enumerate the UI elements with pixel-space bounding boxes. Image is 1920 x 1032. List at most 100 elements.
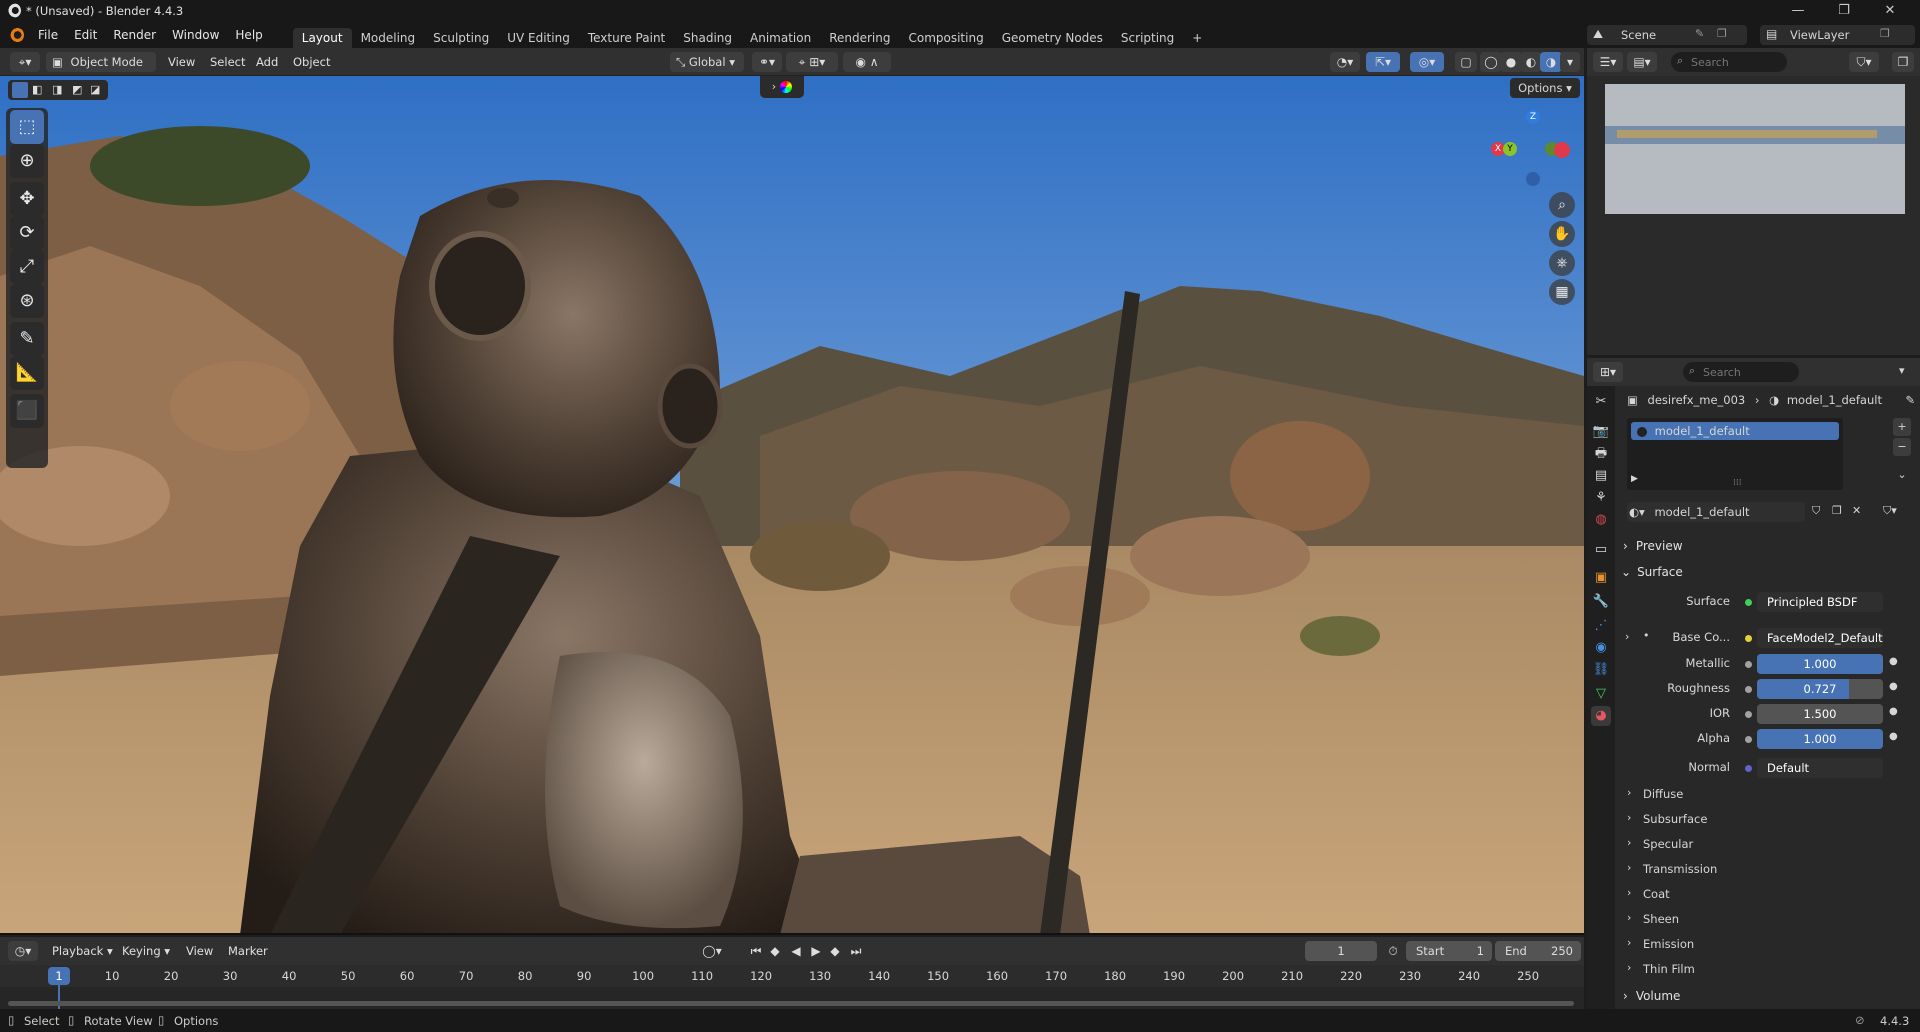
subpanel-coat[interactable]: › Coat: [1615, 882, 1920, 906]
tab-geometry-nodes[interactable]: Geometry Nodes: [993, 28, 1112, 48]
mode-dropdown[interactable]: ▣ Object Mode ▾: [46, 52, 156, 89]
add-slot-button[interactable]: +: [1893, 418, 1911, 436]
tab-sculpting[interactable]: Sculpting: [424, 28, 498, 48]
ior-slider[interactable]: 1.500: [1757, 704, 1883, 724]
menu-keying[interactable]: Keying ▾: [122, 941, 170, 961]
3d-viewport[interactable]: ◧ ◨ ◩ ◪ ⬚ ⊕ ✥ ⟳ ⤢ ⊛ ✎ 📐 ⬛ › Options ▾ Z …: [0, 76, 1584, 935]
metallic-slider[interactable]: 1.000: [1757, 654, 1883, 674]
measure-tool-icon[interactable]: 📐: [10, 356, 44, 390]
resize-handle-icon[interactable]: ⁞⁞⁞: [1733, 478, 1742, 488]
minimize-button[interactable]: —: [1775, 0, 1821, 22]
expand-list-icon[interactable]: ▶: [1631, 474, 1638, 484]
gizmo-y-axis[interactable]: Y: [1503, 142, 1517, 156]
gizmo-z-axis[interactable]: Z: [1526, 110, 1540, 124]
jump-end-icon[interactable]: ⏭: [845, 941, 867, 961]
select-extend-icon[interactable]: ◧: [32, 83, 42, 96]
options-dropdown[interactable]: Options ▾: [1510, 78, 1580, 98]
preview-range-icon[interactable]: ⏱: [1382, 941, 1404, 961]
outliner-search-field[interactable]: ⌕: [1671, 52, 1787, 72]
gizmo-neg-z-axis[interactable]: [1526, 172, 1540, 186]
tab-modeling[interactable]: Modeling: [352, 28, 425, 48]
keyframe-dot-icon[interactable]: ●: [1889, 656, 1898, 667]
tab-shading[interactable]: Shading: [674, 28, 741, 48]
view-layer-tab-icon[interactable]: ▤: [1591, 466, 1611, 486]
snap-icon[interactable]: ⌖ ⊞▾: [786, 52, 838, 72]
subpanel-sheen[interactable]: › Sheen: [1615, 907, 1920, 931]
close-button[interactable]: ✕: [1867, 0, 1913, 22]
duplicate-material-icon[interactable]: ❐: [1832, 504, 1842, 517]
current-frame-field[interactable]: 1: [1305, 941, 1377, 961]
filter-icon[interactable]: ⛉▾: [1849, 52, 1879, 72]
start-frame-field[interactable]: Start 1: [1406, 941, 1492, 961]
surface-panel-header[interactable]: ⌄ Surface: [1615, 560, 1920, 584]
surface-shader-field[interactable]: Principled BSDF: [1757, 592, 1883, 612]
overlay-toggle-icon[interactable]: ◎▾: [1410, 52, 1444, 72]
material-shading-icon[interactable]: ◐: [1520, 52, 1542, 72]
select-box-tool-icon[interactable]: ⬚: [10, 110, 44, 144]
world-tab-icon[interactable]: ◍: [1591, 510, 1611, 530]
fake-user-icon[interactable]: ⛉: [1812, 504, 1820, 518]
menu-window[interactable]: Window: [164, 28, 227, 42]
tab-layout[interactable]: Layout: [292, 28, 352, 48]
gizmo-toggle-icon[interactable]: ⇱▾: [1366, 52, 1400, 72]
tab-texture-paint[interactable]: Texture Paint: [579, 28, 674, 48]
scene-tab-icon[interactable]: ⚘: [1591, 488, 1611, 508]
auto-keying-icon[interactable]: ◯▾: [697, 941, 727, 961]
menu-marker[interactable]: Marker: [228, 941, 268, 961]
select-intersect-icon[interactable]: ◪: [90, 83, 100, 96]
next-keyframe-icon[interactable]: ◆: [824, 941, 846, 961]
roughness-slider[interactable]: 0.727: [1757, 679, 1883, 699]
select-new-icon[interactable]: [12, 82, 28, 98]
particles-tab-icon[interactable]: ⋰: [1591, 616, 1611, 636]
object-tab-icon[interactable]: ▣: [1591, 568, 1611, 588]
slot-specials-button[interactable]: ⌄: [1893, 466, 1911, 484]
transform-orientation-dropdown[interactable]: ⤡ Global ▾: [670, 52, 744, 72]
menu-add[interactable]: Add: [256, 52, 278, 72]
menu-help[interactable]: Help: [227, 28, 270, 42]
properties-editor-type-icon[interactable]: ⊞▾: [1593, 362, 1623, 382]
region-toggle[interactable]: ›: [760, 76, 804, 98]
collection-tab-icon[interactable]: ▭: [1591, 540, 1611, 560]
volume-panel-header[interactable]: › Volume: [1615, 984, 1920, 1008]
unlink-material-icon[interactable]: ✕: [1852, 504, 1861, 517]
cursor-tool-icon[interactable]: ⊕: [10, 144, 44, 178]
display-mode-icon[interactable]: ▤▾: [1627, 52, 1657, 72]
properties-search-field[interactable]: ⌕: [1683, 362, 1799, 382]
tool-tab-icon[interactable]: ✂: [1591, 392, 1611, 412]
keyframe-dot-icon[interactable]: ●: [1889, 706, 1898, 717]
subpanel-specular[interactable]: › Specular: [1615, 832, 1920, 856]
modifier-tab-icon[interactable]: 🔧: [1591, 592, 1611, 612]
constraints-tab-icon[interactable]: ⛓: [1591, 660, 1611, 680]
perspective-toggle-icon[interactable]: ▦: [1549, 279, 1575, 305]
gizmo-neg-x-axis[interactable]: [1554, 142, 1570, 158]
tab-animation[interactable]: Animation: [741, 28, 820, 48]
timeline-editor-type-icon[interactable]: ◷▾: [8, 941, 38, 961]
normal-field[interactable]: Default: [1757, 758, 1883, 778]
new-collection-icon[interactable]: ❐: [1892, 52, 1914, 72]
play-reverse-icon[interactable]: ◀: [785, 941, 807, 961]
base-color-field[interactable]: FaceModel2_Default...: [1757, 628, 1883, 648]
frame-ruler[interactable]: 10 20 30 40 50 60 70 80 90 100 110 120 130 140 150 160 1…: [0, 965, 1584, 987]
editor-type-icon[interactable]: ⌖▾: [10, 52, 40, 72]
visibility-icon[interactable]: ◔▾: [1330, 52, 1360, 72]
shading-options-icon[interactable]: ▾: [1560, 52, 1580, 72]
menu-select[interactable]: Select: [210, 52, 245, 72]
material-datablock[interactable]: ◐▾ model_1_default: [1627, 502, 1805, 522]
pivot-icon[interactable]: ⚭▾: [752, 52, 782, 72]
solid-shading-icon[interactable]: ●: [1500, 52, 1522, 72]
playhead[interactable]: 1: [48, 967, 70, 985]
zoom-icon[interactable]: ⌕: [1549, 192, 1575, 218]
end-frame-field[interactable]: End 250: [1495, 941, 1581, 961]
pan-hand-icon[interactable]: ✋: [1549, 221, 1575, 247]
navigation-gizmo[interactable]: Z X Y: [1490, 110, 1570, 190]
alpha-slider[interactable]: 1.000: [1757, 729, 1883, 749]
move-tool-icon[interactable]: ✥: [10, 182, 44, 216]
properties-search-input[interactable]: [1703, 364, 1793, 380]
scale-tool-icon[interactable]: ⤢: [10, 250, 44, 284]
menu-render[interactable]: Render: [105, 28, 164, 42]
subpanel-thin-film[interactable]: › Thin Film: [1615, 957, 1920, 981]
menu-file[interactable]: File: [30, 28, 66, 42]
preview-panel-header[interactable]: › Preview: [1615, 534, 1920, 558]
menu-view[interactable]: View: [168, 52, 195, 72]
material-filter-icon[interactable]: ⛉▾: [1883, 504, 1897, 518]
